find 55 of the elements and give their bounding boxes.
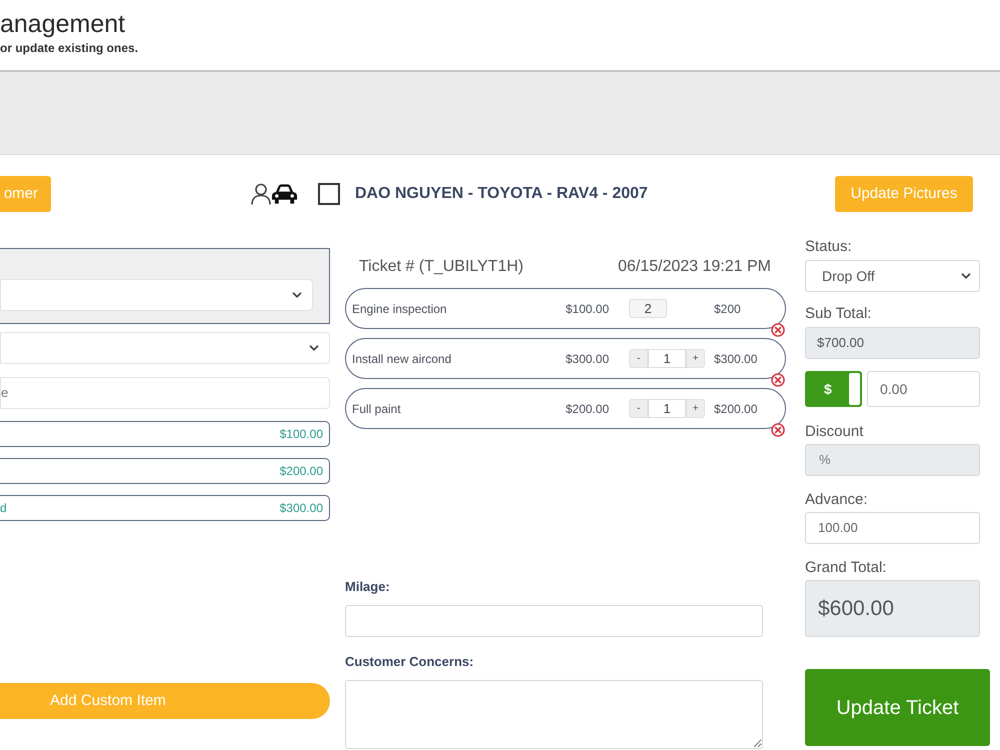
select-field[interactable] <box>0 332 330 364</box>
status-select[interactable]: Drop Off <box>805 260 980 292</box>
item-name: Engine inspection <box>352 300 448 318</box>
switch-knob <box>849 373 860 405</box>
person-icon <box>251 183 271 205</box>
service-name: d <box>0 500 7 517</box>
vehicle-title: DAO NGUYEN - TOYOTA - RAV4 - 2007 <box>355 184 648 204</box>
service-price: $300.00 <box>280 500 323 517</box>
quantity-field[interactable]: 2 <box>629 299 667 318</box>
service-price: $100.00 <box>280 426 323 443</box>
update-ticket-button[interactable]: Update Ticket <box>805 669 990 746</box>
grand-total-field: $600.00 <box>805 580 980 637</box>
item-total: $200.00 <box>714 400 758 418</box>
item-price: $200.00 <box>564 400 609 418</box>
checkbox[interactable] <box>318 183 340 205</box>
ticket-date: 06/15/2023 19:21 PM <box>618 257 771 277</box>
service-list-item[interactable]: $200.00 <box>0 458 330 484</box>
service-list-item[interactable]: $100.00 <box>0 421 330 447</box>
milage-field[interactable] <box>345 605 763 637</box>
advance-field[interactable]: 100.00 <box>805 512 980 544</box>
increment-button[interactable]: + <box>686 349 705 368</box>
grand-total-label: Grand Total: <box>805 558 886 578</box>
discount-amount-field[interactable]: 0.00 <box>867 371 980 407</box>
milage-label: Milage: <box>345 579 390 595</box>
customer-concerns-field[interactable] <box>345 680 763 749</box>
status-label: Status: <box>805 237 852 257</box>
page-title: anagement <box>0 9 126 40</box>
car-icon <box>271 183 298 205</box>
sub-total-label: Sub Total: <box>805 304 872 324</box>
select-field[interactable] <box>0 279 313 311</box>
service-list-item[interactable]: d $300.00 <box>0 495 330 521</box>
remove-icon[interactable] <box>771 423 785 437</box>
service-price: $200.00 <box>280 463 323 480</box>
item-price: $300.00 <box>564 350 609 368</box>
quantity-field[interactable]: 1 <box>648 399 686 418</box>
sub-total-field: $700.00 <box>805 327 980 359</box>
decrement-button[interactable]: - <box>629 349 648 368</box>
ticket-number: Ticket # (T_UBILYT1H) <box>359 257 524 277</box>
remove-icon[interactable] <box>771 323 785 337</box>
advance-label: Advance: <box>805 490 868 510</box>
discount-type-switch[interactable]: $ <box>805 371 862 407</box>
decrement-button[interactable]: - <box>629 399 648 418</box>
discount-field: % <box>805 444 980 476</box>
customer-concerns-label: Customer Concerns: <box>345 654 474 670</box>
quantity-field[interactable]: 1 <box>648 349 686 368</box>
item-name: Full paint <box>352 400 402 418</box>
item-price: $100.00 <box>564 300 609 318</box>
item-total: $200 <box>714 300 741 318</box>
text-input-field[interactable]: e <box>0 377 330 409</box>
discount-label: Discount <box>805 422 864 442</box>
page-subtitle: or update existing ones. <box>0 40 138 56</box>
item-name: Install new aircond <box>352 350 452 368</box>
increment-button[interactable]: + <box>686 399 705 418</box>
remove-icon[interactable] <box>771 373 785 387</box>
item-total: $300.00 <box>714 350 758 368</box>
